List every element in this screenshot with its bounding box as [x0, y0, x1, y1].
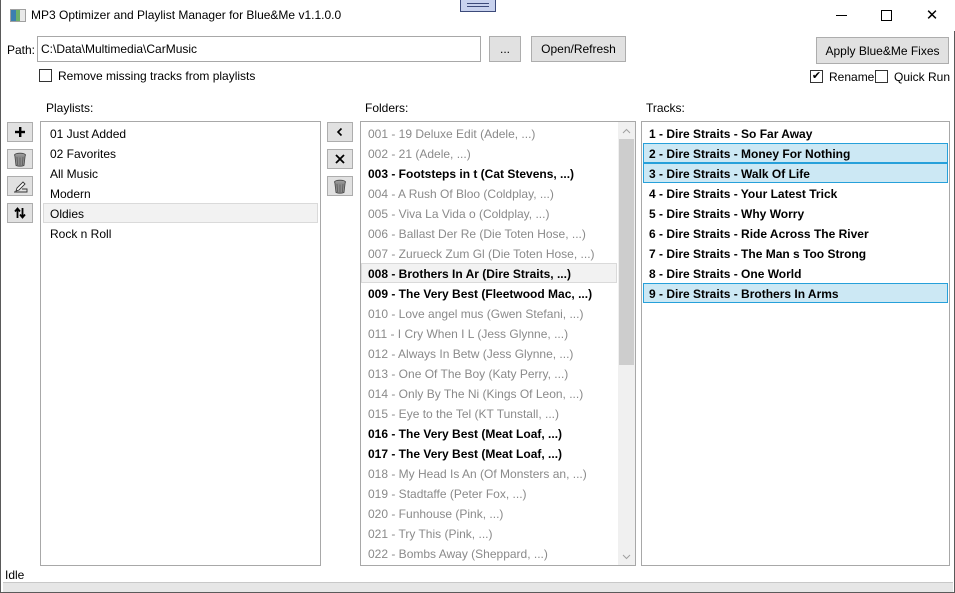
quick-run-label[interactable]: Quick Run	[894, 70, 950, 84]
trash-icon	[14, 152, 26, 167]
folder-item[interactable]: 013 - One Of The Boy (Katy Perry, ...)	[361, 363, 617, 383]
remove-from-playlist-button[interactable]	[327, 149, 353, 169]
drag-handle-icon[interactable]	[460, 0, 496, 12]
playlist-item[interactable]: Oldies	[43, 203, 318, 223]
folder-item[interactable]: 003 - Footsteps in t (Cat Stevens, ...)	[361, 163, 617, 183]
folder-item[interactable]: 006 - Ballast Der Re (Die Toten Hose, ..…	[361, 223, 617, 243]
window-title: MP3 Optimizer and Playlist Manager for B…	[31, 8, 342, 22]
track-item[interactable]: 3 - Dire Straits - Walk Of Life	[643, 163, 948, 183]
folder-item[interactable]: 005 - Viva La Vida o (Coldplay, ...)	[361, 203, 617, 223]
folder-item[interactable]: 008 - Brothers In Ar (Dire Straits, ...)	[361, 263, 617, 283]
folder-item[interactable]: 021 - Try This (Pink, ...)	[361, 523, 617, 543]
playlist-item[interactable]: Rock n Roll	[43, 223, 318, 243]
track-item[interactable]: 9 - Dire Straits - Brothers In Arms	[643, 283, 948, 303]
folder-item[interactable]: 015 - Eye to the Tel (KT Tunstall, ...)	[361, 403, 617, 423]
sort-arrows-icon	[14, 207, 26, 219]
folder-item[interactable]: 020 - Funhouse (Pink, ...)	[361, 503, 617, 523]
track-item[interactable]: 6 - Dire Straits - Ride Across The River	[643, 223, 948, 243]
track-item[interactable]: 5 - Dire Straits - Why Worry	[643, 203, 948, 223]
close-icon: ✕	[925, 7, 939, 24]
track-item[interactable]: 7 - Dire Straits - The Man s Too Strong	[643, 243, 948, 263]
playlist-item[interactable]: All Music	[43, 163, 318, 183]
chevron-left-icon	[336, 127, 343, 137]
edit-pen-icon	[13, 180, 27, 192]
rename-checkbox[interactable]: ✔	[810, 70, 823, 83]
folder-item[interactable]: 004 - A Rush Of Bloo (Coldplay, ...)	[361, 183, 617, 203]
track-item[interactable]: 8 - Dire Straits - One World	[643, 263, 948, 283]
apply-fixes-button[interactable]: Apply Blue&Me Fixes	[816, 37, 949, 64]
app-window: MP3 Optimizer and Playlist Manager for B…	[0, 0, 955, 593]
tracks-list[interactable]: 1 - Dire Straits - So Far Away 2 - Dire …	[641, 121, 950, 566]
folder-item[interactable]: 018 - My Head Is An (Of Monsters an, ...…	[361, 463, 617, 483]
checkmark-icon: ✔	[811, 70, 822, 82]
folders-list[interactable]: 001 - 19 Deluxe Edit (Adele, ...) 002 - …	[360, 121, 636, 566]
app-window-icon	[10, 9, 26, 22]
playlist-item[interactable]: 01 Just Added	[43, 123, 318, 143]
folder-item[interactable]: 016 - The Very Best (Meat Loaf, ...)	[361, 423, 617, 443]
scroll-up-button[interactable]	[618, 122, 635, 139]
add-to-playlist-button[interactable]	[327, 122, 353, 142]
quick-run-checkbox[interactable]	[875, 70, 888, 83]
status-bar	[3, 582, 953, 592]
folder-item[interactable]: 002 - 21 (Adele, ...)	[361, 143, 617, 163]
folders-scrollbar[interactable]	[618, 122, 635, 565]
plus-icon	[15, 127, 25, 137]
playlist-item[interactable]: Modern	[43, 183, 318, 203]
add-playlist-button[interactable]	[7, 122, 33, 142]
folder-item[interactable]: 017 - The Very Best (Meat Loaf, ...)	[361, 443, 617, 463]
sort-playlist-button[interactable]	[7, 203, 33, 223]
folder-item[interactable]: 011 - I Cry When I L (Jess Glynne, ...)	[361, 323, 617, 343]
track-item[interactable]: 2 - Dire Straits - Money For Nothing	[643, 143, 948, 163]
track-item[interactable]: 1 - Dire Straits - So Far Away	[643, 123, 948, 143]
folders-label: Folders:	[365, 101, 409, 115]
folder-item[interactable]: 019 - Stadtaffe (Peter Fox, ...)	[361, 483, 617, 503]
folder-item[interactable]: 007 - Zurueck Zum Gl (Die Toten Hose, ..…	[361, 243, 617, 263]
playlist-item[interactable]: 02 Favorites	[43, 143, 318, 163]
scroll-thumb[interactable]	[619, 139, 634, 365]
remove-missing-checkbox[interactable]	[39, 69, 52, 82]
status-text: Idle	[5, 568, 25, 582]
maximize-button[interactable]	[863, 0, 909, 30]
minimize-button[interactable]	[818, 0, 864, 30]
close-icon	[335, 154, 345, 164]
folder-item[interactable]: 009 - The Very Best (Fleetwood Mac, ...)	[361, 283, 617, 303]
open-refresh-button[interactable]: Open/Refresh	[531, 36, 626, 62]
playlists-label: Playlists:	[46, 101, 94, 115]
tracks-label: Tracks:	[646, 101, 685, 115]
close-button[interactable]: ✕	[909, 0, 955, 30]
maximize-icon	[880, 9, 892, 21]
rename-playlist-button[interactable]	[7, 176, 33, 196]
folder-item[interactable]: 022 - Bombs Away (Sheppard, ...)	[361, 543, 617, 563]
chevron-up-icon	[622, 128, 631, 133]
remove-missing-label[interactable]: Remove missing tracks from playlists	[58, 69, 255, 83]
chevron-down-icon	[622, 554, 631, 559]
title-bar[interactable]: MP3 Optimizer and Playlist Manager for B…	[1, 0, 955, 31]
rename-label[interactable]: Rename	[829, 70, 874, 84]
path-label: Path:	[7, 43, 36, 57]
scroll-down-button[interactable]	[618, 548, 635, 565]
folder-item[interactable]: 014 - Only By The Ni (Kings Of Leon, ...…	[361, 383, 617, 403]
playlists-list[interactable]: 01 Just Added 02 Favorites All Music Mod…	[40, 121, 321, 566]
path-input[interactable]	[37, 36, 481, 62]
folder-item[interactable]: 012 - Always In Betw (Jess Glynne, ...)	[361, 343, 617, 363]
browse-button[interactable]: ...	[489, 36, 521, 62]
delete-playlist-button[interactable]	[7, 149, 33, 169]
minimize-icon	[835, 14, 847, 16]
folder-item[interactable]: 001 - 19 Deluxe Edit (Adele, ...)	[361, 123, 617, 143]
track-item[interactable]: 4 - Dire Straits - Your Latest Trick	[643, 183, 948, 203]
trash-icon	[334, 179, 346, 194]
delete-folder-button[interactable]	[327, 176, 353, 196]
folder-item[interactable]: 010 - Love angel mus (Gwen Stefani, ...)	[361, 303, 617, 323]
